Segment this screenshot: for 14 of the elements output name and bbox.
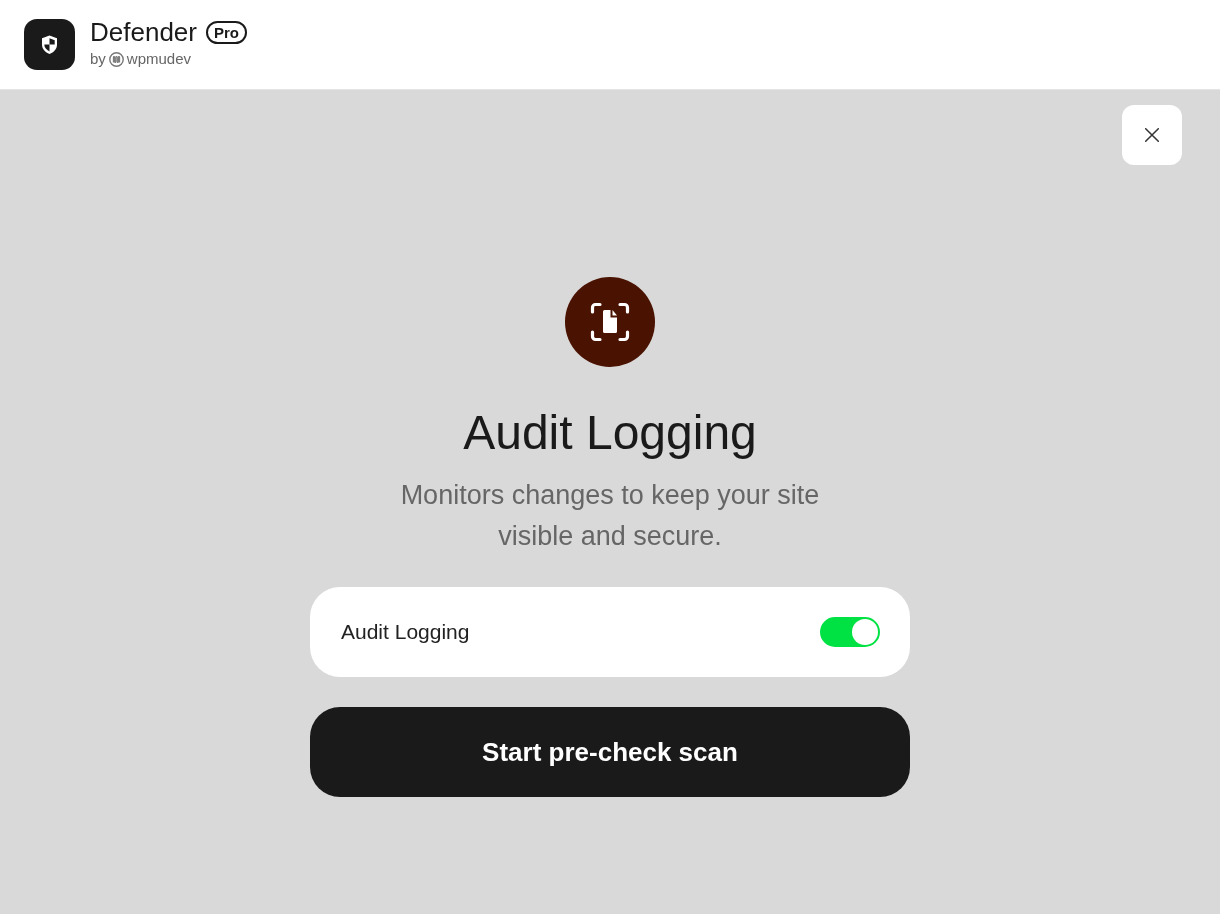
close-button[interactable] xyxy=(1122,105,1182,165)
app-logo-icon xyxy=(24,19,75,70)
brand-logo-icon xyxy=(108,51,124,67)
toggle-switch[interactable] xyxy=(820,617,880,647)
app-title: Defender xyxy=(90,17,197,47)
feature-description: Monitors changes to keep your site visible and secure. xyxy=(399,479,821,553)
setting-label: Audit Logging xyxy=(341,620,470,644)
start-scan-button[interactable]: Start pre-check scan xyxy=(310,707,910,797)
feature-title: Audit Logging xyxy=(463,405,757,461)
plan-badge: Pro xyxy=(205,20,247,44)
brand-name: wpmudev xyxy=(126,50,192,68)
close-icon xyxy=(1145,128,1159,142)
byline-label: by xyxy=(90,50,106,68)
document-scan-icon xyxy=(565,277,655,367)
